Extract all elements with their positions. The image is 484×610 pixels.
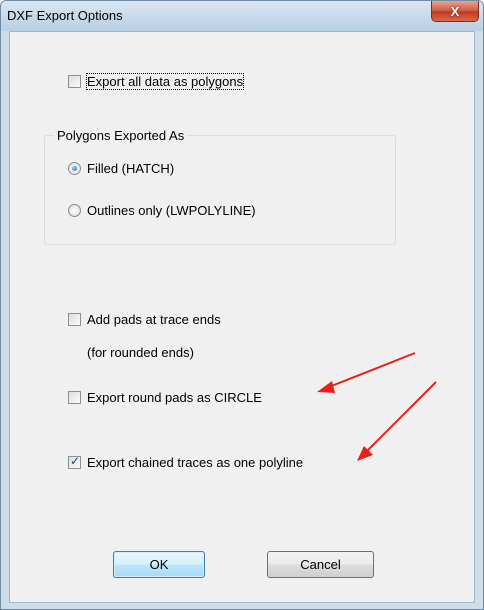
outlines-only-label: Outlines only (LWPOLYLINE): [87, 203, 256, 218]
round-pads-circle-label: Export round pads as CIRCLE: [87, 390, 262, 405]
radio-selected-icon[interactable]: [68, 162, 81, 175]
radio-icon[interactable]: [68, 204, 81, 217]
cancel-button[interactable]: Cancel: [267, 551, 374, 578]
filled-hatch-radio[interactable]: Filled (HATCH): [68, 161, 174, 176]
checkbox-box[interactable]: [68, 75, 81, 88]
dialog-body: Export all data as polygons Polygons Exp…: [9, 31, 475, 603]
add-pads-label: Add pads at trace ends: [87, 312, 221, 327]
ok-button[interactable]: OK: [113, 551, 205, 578]
dialog-window: DXF Export Options X Export all data as …: [0, 0, 484, 610]
checkbox-box[interactable]: [68, 313, 81, 326]
add-pads-checkbox[interactable]: Add pads at trace ends: [68, 312, 221, 327]
rounded-ends-note: (for rounded ends): [87, 345, 194, 360]
close-icon: X: [450, 3, 460, 19]
checkbox-checked-icon[interactable]: [68, 454, 81, 469]
checkbox-box[interactable]: [68, 391, 81, 404]
round-pads-circle-checkbox[interactable]: Export round pads as CIRCLE: [68, 390, 262, 405]
window-title: DXF Export Options: [7, 8, 123, 23]
chained-traces-checkbox[interactable]: Export chained traces as one polyline: [68, 454, 304, 470]
outlines-only-radio[interactable]: Outlines only (LWPOLYLINE): [68, 203, 256, 218]
export-all-polygons-checkbox[interactable]: Export all data as polygons: [68, 73, 245, 90]
chained-traces-label: Export chained traces as one polyline: [87, 455, 304, 470]
export-all-polygons-label: Export all data as polygons: [85, 73, 245, 90]
title-bar[interactable]: DXF Export Options X: [1, 1, 483, 31]
close-button[interactable]: X: [431, 1, 479, 22]
polygons-group-box: [44, 135, 396, 245]
polygons-group-label: Polygons Exported As: [54, 128, 188, 143]
filled-hatch-label: Filled (HATCH): [87, 161, 175, 176]
